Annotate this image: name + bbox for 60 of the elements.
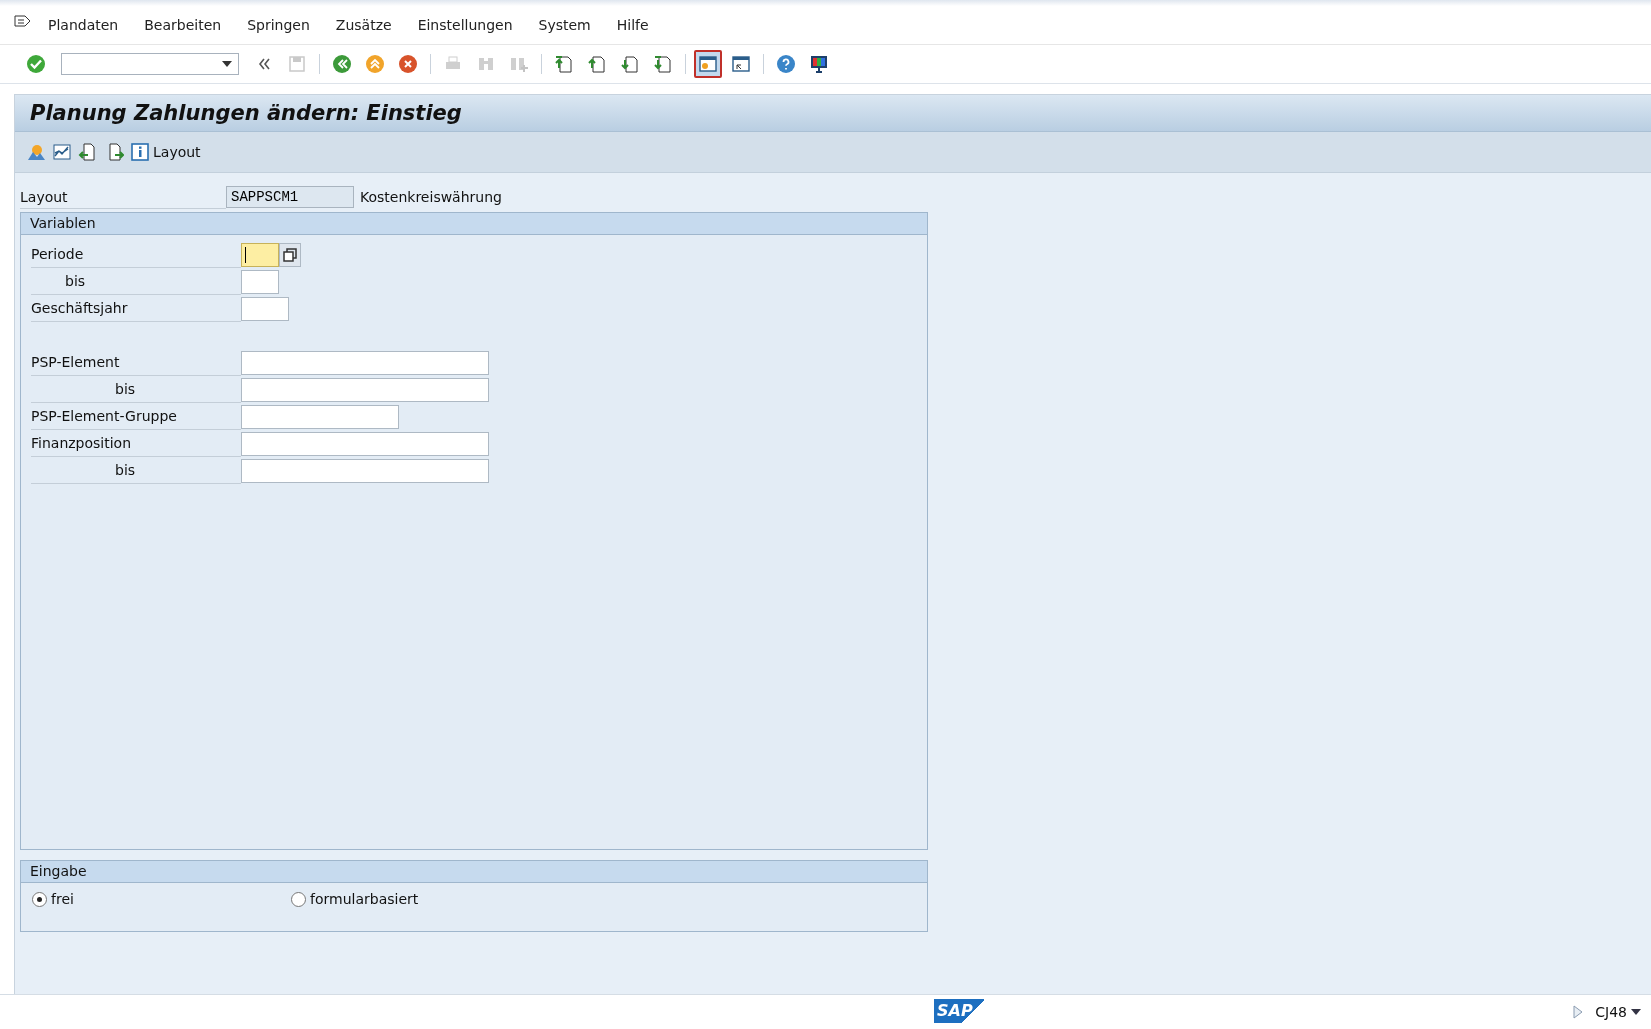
input-field[interactable] xyxy=(241,296,289,321)
menu-item[interactable]: Einstellungen xyxy=(417,17,513,33)
menu-item[interactable]: Springen xyxy=(247,17,310,33)
menu-item[interactable]: Bearbeiten xyxy=(144,17,222,33)
cancel-icon xyxy=(398,54,418,74)
play-icon[interactable] xyxy=(1573,1005,1584,1019)
document-import-icon xyxy=(78,142,98,162)
mountain-sun-icon xyxy=(26,142,46,162)
field-label: Periode xyxy=(31,241,241,268)
radio-label: frei xyxy=(51,891,74,907)
field-label: Layout xyxy=(20,185,226,209)
radio-option[interactable]: formularbasiert xyxy=(291,891,550,907)
radio-button[interactable] xyxy=(291,891,306,907)
logo: SAP xyxy=(934,999,984,1023)
field-label: bis xyxy=(31,376,241,403)
input-field[interactable] xyxy=(241,404,399,429)
transaction-code[interactable]: CJ48 xyxy=(1595,1004,1641,1020)
field-label: PSP-Element-Gruppe xyxy=(31,403,241,430)
up-chevron-icon xyxy=(365,54,385,74)
save-icon xyxy=(287,54,307,74)
field-label: PSP-Element xyxy=(31,349,241,376)
multiple-selection-button[interactable] xyxy=(279,242,301,267)
page-up-icon xyxy=(587,54,607,74)
menu-icon[interactable] xyxy=(14,14,32,30)
menu-item[interactable]: Hilfe xyxy=(616,17,649,33)
radio-label: formularbasiert xyxy=(310,891,419,907)
dropdown-caret-icon xyxy=(222,61,232,67)
info-icon xyxy=(130,142,150,162)
field-label: bis xyxy=(31,457,241,484)
field-label: Finanzposition xyxy=(31,430,241,457)
input-field[interactable] xyxy=(241,458,489,483)
document-import-button[interactable] xyxy=(78,140,98,164)
group-title: Eingabe xyxy=(21,861,927,883)
page-up-icon xyxy=(554,54,574,74)
layout-button[interactable]: Layout xyxy=(130,140,201,164)
layout-description: Kostenkreiswährung xyxy=(360,189,502,205)
group-title: Variablen xyxy=(21,213,927,235)
radio-button[interactable] xyxy=(32,891,47,907)
menu-item[interactable]: Zusätze xyxy=(335,17,392,33)
input-field[interactable] xyxy=(241,269,279,294)
page-down-icon xyxy=(620,54,640,74)
input-field[interactable] xyxy=(241,431,489,456)
window-star-button[interactable] xyxy=(694,50,722,78)
field-label: Geschäftsjahr xyxy=(31,295,241,322)
input-field[interactable] xyxy=(241,377,489,402)
screen-title: Planung Zahlungen ändern: Einstieg xyxy=(30,101,462,125)
command-field[interactable] xyxy=(61,53,239,75)
input-field[interactable] xyxy=(241,350,489,375)
check-icon xyxy=(26,54,46,74)
back-icon xyxy=(332,54,352,74)
line-chart-icon xyxy=(52,142,72,162)
input-field[interactable] xyxy=(241,242,279,267)
menu-item[interactable]: System xyxy=(538,17,591,33)
field-label: bis xyxy=(31,268,241,295)
layout-field: SAPPSCM1 xyxy=(226,186,354,208)
help-icon xyxy=(776,54,796,74)
radio-option[interactable]: frei xyxy=(32,891,291,907)
monitor-icon xyxy=(809,54,829,74)
menu-item[interactable]: Plandaten xyxy=(48,17,119,33)
page-down-icon xyxy=(653,54,673,74)
